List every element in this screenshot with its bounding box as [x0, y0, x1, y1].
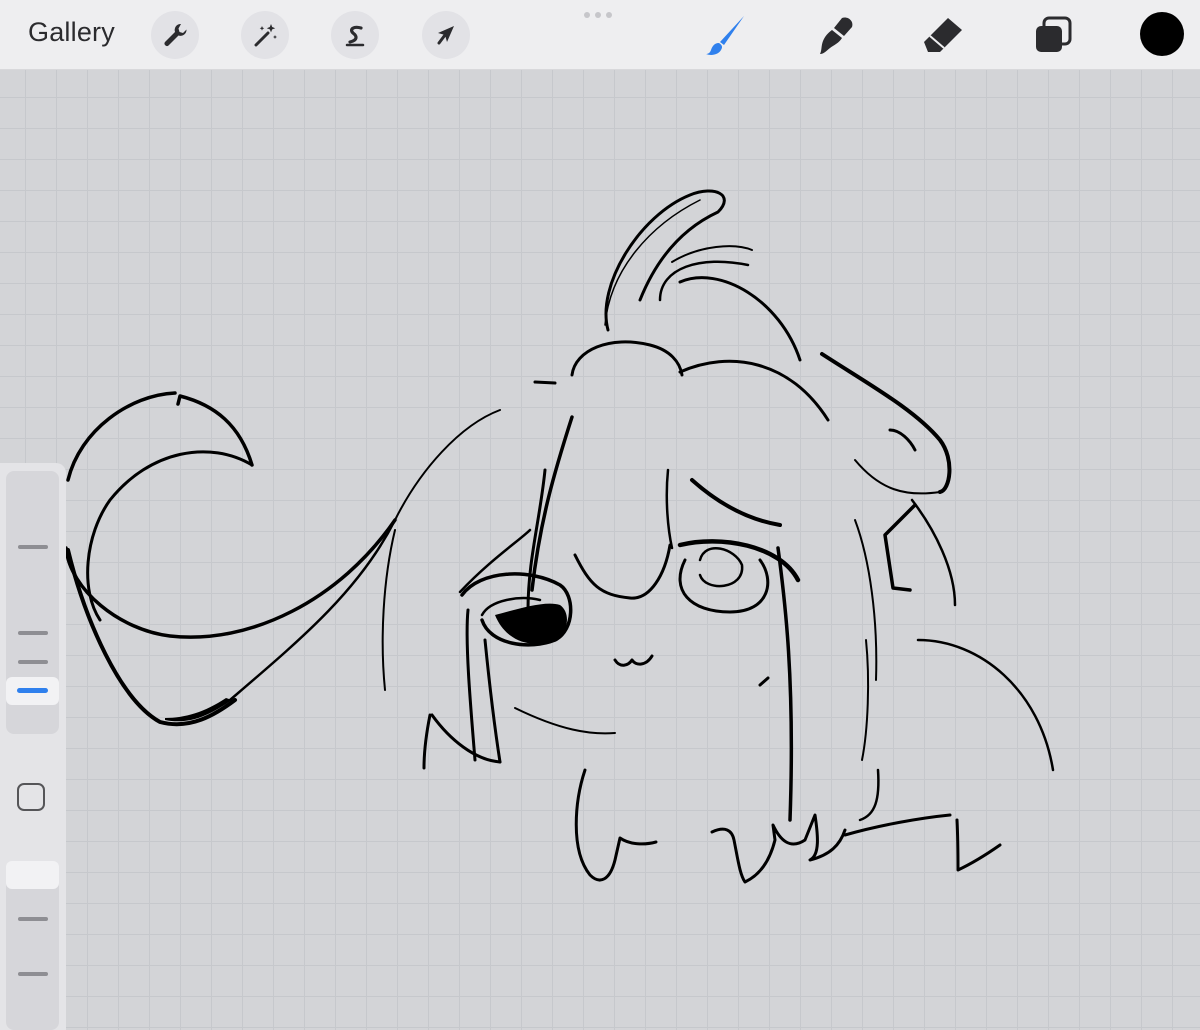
- left-sidebar: [0, 463, 66, 1030]
- brush-size-thumb[interactable]: [6, 677, 59, 705]
- sketch-line-art: [64, 189, 1055, 884]
- slider-tick: [18, 545, 48, 549]
- slider-tick: [18, 660, 48, 664]
- slider-tick: [18, 917, 48, 921]
- slider-tick: [18, 972, 48, 976]
- modify-button-square-icon[interactable]: [17, 783, 45, 811]
- slider-tick: [18, 631, 48, 635]
- brush-size-slider[interactable]: [6, 471, 59, 734]
- opacity-thumb[interactable]: [6, 861, 59, 889]
- opacity-slider[interactable]: [6, 861, 59, 1030]
